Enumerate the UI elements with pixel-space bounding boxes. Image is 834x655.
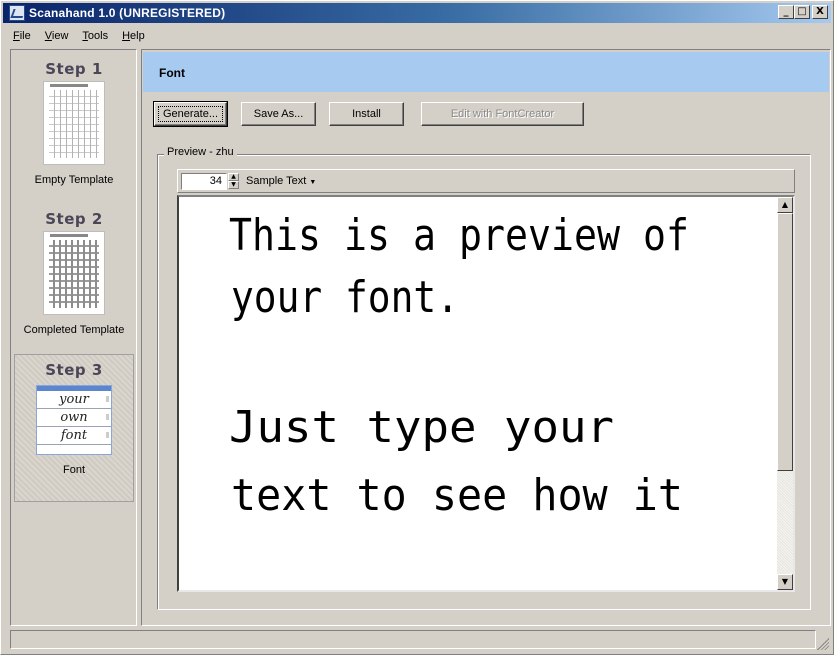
step-title: Step 1 bbox=[45, 60, 103, 78]
thumb-line: your bbox=[37, 391, 111, 409]
preview-line: your font. bbox=[231, 272, 459, 323]
panel-header: Font bbox=[143, 52, 829, 92]
scroll-up-icon[interactable]: ▲ bbox=[777, 197, 793, 213]
font-size-input[interactable]: 34 bbox=[181, 173, 227, 190]
step-title: Step 2 bbox=[45, 210, 103, 228]
step-label: Empty Template bbox=[34, 174, 114, 186]
completed-template-thumbnail bbox=[43, 231, 105, 315]
spin-down-icon[interactable]: ▼ bbox=[228, 181, 239, 189]
empty-template-thumbnail bbox=[43, 81, 105, 165]
close-button[interactable]: X bbox=[812, 5, 828, 19]
thumb-line: font bbox=[37, 427, 111, 445]
save-as-button[interactable]: Save As... bbox=[241, 102, 316, 126]
install-button[interactable]: Install bbox=[329, 102, 404, 126]
size-grip-icon[interactable] bbox=[817, 638, 829, 650]
preview-line: Just type your bbox=[229, 402, 614, 453]
preview-group-label: Preview - zhu bbox=[164, 146, 237, 158]
steps-panel: Step 1 Empty Template Step 2 Completed T… bbox=[10, 49, 137, 626]
font-thumbnail: your own font bbox=[36, 385, 112, 455]
menu-tools[interactable]: Tools bbox=[73, 30, 113, 42]
spin-up-icon[interactable]: ▲ bbox=[228, 173, 239, 181]
scrollbar-thumb[interactable] bbox=[777, 213, 793, 471]
sample-text-dropdown[interactable]: Sample Text ▼ bbox=[246, 175, 316, 187]
step-1-empty-template[interactable]: Step 1 Empty Template bbox=[14, 54, 134, 202]
menu-bar: File View Tools Help bbox=[5, 27, 150, 45]
thumb-line: own bbox=[37, 409, 111, 427]
panel-title: Font bbox=[159, 66, 185, 80]
edit-with-fontcreator-button: Edit with FontCreator bbox=[421, 102, 584, 126]
preview-line: text to see how it bbox=[231, 470, 683, 521]
menu-file[interactable]: File bbox=[5, 30, 36, 42]
scanahand-app-icon[interactable] bbox=[9, 5, 25, 21]
menu-help[interactable]: Help bbox=[113, 30, 150, 42]
scroll-down-icon[interactable]: ▼ bbox=[777, 574, 793, 590]
minimize-button[interactable]: _ bbox=[778, 5, 794, 19]
step-label: Completed Template bbox=[23, 324, 125, 336]
caret-down-icon: ▼ bbox=[309, 179, 317, 186]
generate-button[interactable]: Generate... bbox=[153, 101, 228, 127]
title-bar[interactable]: Scanahand 1.0 (UNREGISTERED) _ □ X bbox=[3, 3, 831, 23]
step-2-completed-template[interactable]: Step 2 Completed Template bbox=[14, 204, 134, 352]
font-panel: Font Generate... Save As... Install Edit… bbox=[141, 49, 831, 626]
menu-view[interactable]: View bbox=[36, 30, 74, 42]
preview-text-area[interactable]: This is a preview of your font. Just typ… bbox=[177, 195, 795, 592]
preview-vertical-scrollbar[interactable]: ▲ ▼ bbox=[777, 197, 793, 590]
status-bar bbox=[10, 630, 816, 649]
window-title: Scanahand 1.0 (UNREGISTERED) bbox=[29, 6, 226, 20]
preview-line: This is a preview of bbox=[229, 210, 689, 261]
handwritten-preview: This is a preview of your font. Just typ… bbox=[229, 210, 689, 521]
sample-text-label: Sample Text bbox=[246, 175, 307, 187]
preview-toolbar: 34 ▲ ▼ Sample Text ▼ bbox=[177, 169, 795, 193]
app-window: Scanahand 1.0 (UNREGISTERED) _ □ X File … bbox=[0, 0, 834, 655]
maximize-button[interactable]: □ bbox=[794, 5, 810, 19]
step-3-font[interactable]: Step 3 your own font Font bbox=[14, 354, 134, 502]
step-title: Step 3 bbox=[45, 361, 103, 379]
font-size-spinner[interactable]: ▲ ▼ bbox=[228, 173, 239, 190]
step-label: Font bbox=[62, 464, 85, 476]
